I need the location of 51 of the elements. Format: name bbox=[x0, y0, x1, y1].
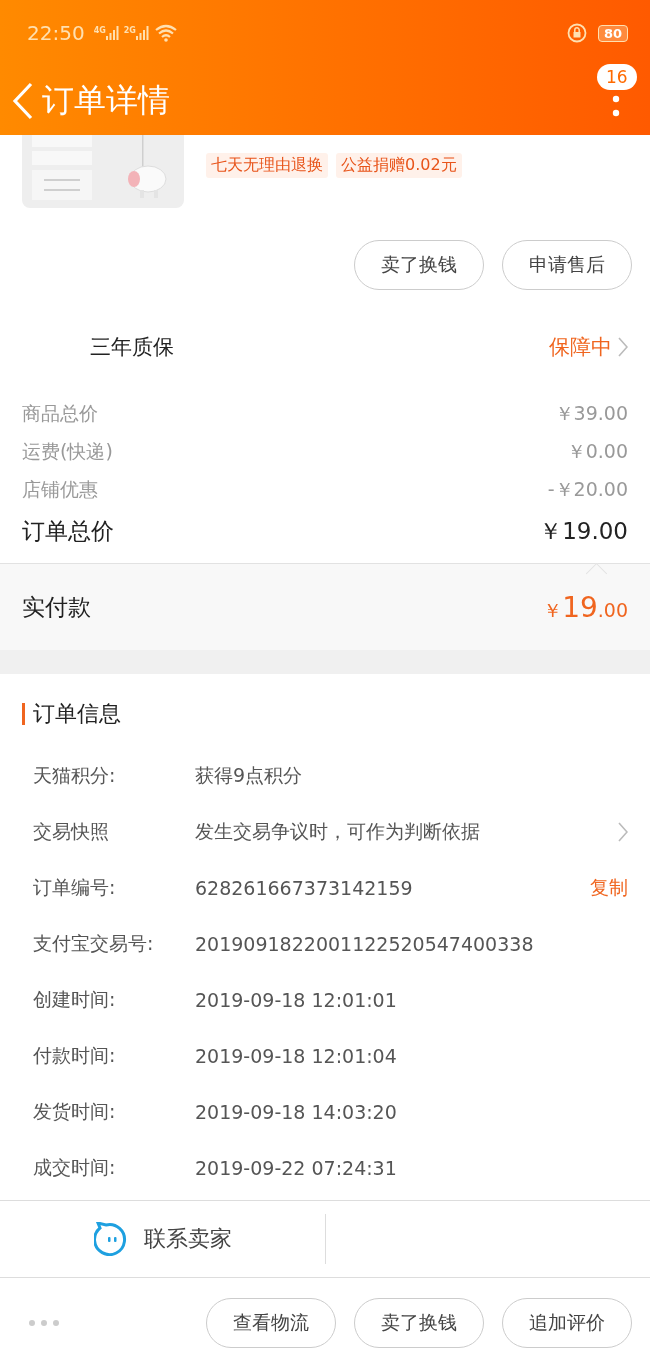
info-label: 天猫积分: bbox=[33, 763, 117, 788]
signal-icon bbox=[135, 26, 149, 40]
back-icon[interactable] bbox=[12, 81, 34, 120]
info-value: 628261667373142159 bbox=[195, 877, 414, 899]
info-value: 2019-09-22 07:24:31 bbox=[195, 1157, 398, 1179]
info-value: 2019-09-18 12:01:01 bbox=[195, 989, 398, 1011]
price-value: ￥19.00 bbox=[539, 516, 628, 546]
network-label: 4G bbox=[93, 26, 106, 35]
price-label: 订单总价 bbox=[22, 516, 114, 546]
contact-seller-link[interactable]: 联系卖家 bbox=[143, 1224, 232, 1254]
signal-icon bbox=[105, 26, 119, 40]
notification-badge: 16 bbox=[597, 63, 637, 90]
info-label: 交易快照 bbox=[33, 819, 110, 844]
price-label: 店铺优惠 bbox=[22, 477, 98, 502]
action-button[interactable]: 卖了换钱 bbox=[354, 240, 484, 290]
chevron-icon[interactable] bbox=[618, 822, 628, 842]
service-tag: 公益捐赠0.02元 bbox=[336, 153, 462, 178]
info-label: 支付宝交易号: bbox=[33, 931, 155, 956]
price-value: ￥0.00 bbox=[566, 439, 628, 464]
info-value: 2019091822001122520547400338 bbox=[195, 933, 535, 955]
action-button[interactable]: 查看物流 bbox=[206, 1298, 336, 1348]
more-icon[interactable] bbox=[612, 94, 620, 117]
more-icon[interactable] bbox=[28, 1319, 60, 1327]
price-label: 运费(快递) bbox=[22, 439, 113, 464]
status-time: 22:50 bbox=[27, 21, 85, 45]
action-button[interactable]: 卖了换钱 bbox=[354, 1298, 484, 1348]
action-button[interactable]: 追加评价 bbox=[502, 1298, 632, 1348]
price-label: 商品总价 bbox=[22, 401, 98, 426]
info-value: 2019-09-18 12:01:04 bbox=[195, 1045, 398, 1067]
info-label: 订单编号: bbox=[33, 875, 117, 900]
action-button[interactable]: 申请售后 bbox=[502, 240, 632, 290]
info-label: 成交时间: bbox=[33, 1155, 117, 1180]
info-value: 发生交易争议时，可作为判断依据 bbox=[195, 819, 481, 844]
info-label: 发货时间: bbox=[33, 1099, 117, 1124]
section-title: 订单信息 bbox=[33, 700, 121, 728]
page-title: 订单详情 bbox=[42, 79, 170, 121]
warranty-label: 三年质保 bbox=[90, 334, 174, 361]
battery-indicator: 80 bbox=[597, 24, 628, 42]
lock-icon bbox=[566, 23, 587, 43]
info-value: 获得9点积分 bbox=[195, 763, 304, 788]
service-tag: 七天无理由退换 bbox=[206, 153, 328, 178]
price-value: -￥20.00 bbox=[547, 477, 628, 502]
price-value: ￥39.00 bbox=[554, 401, 628, 426]
chevron-icon bbox=[618, 337, 628, 357]
wifi-icon bbox=[153, 24, 178, 42]
info-value: 2019-09-18 14:03:20 bbox=[195, 1101, 398, 1123]
info-label: 创建时间: bbox=[33, 987, 117, 1012]
network-label: 2G bbox=[123, 26, 136, 35]
paid-amount: ￥19.00 bbox=[543, 590, 628, 624]
paid-label: 实付款 bbox=[22, 592, 91, 622]
info-label: 付款时间: bbox=[33, 1043, 117, 1068]
